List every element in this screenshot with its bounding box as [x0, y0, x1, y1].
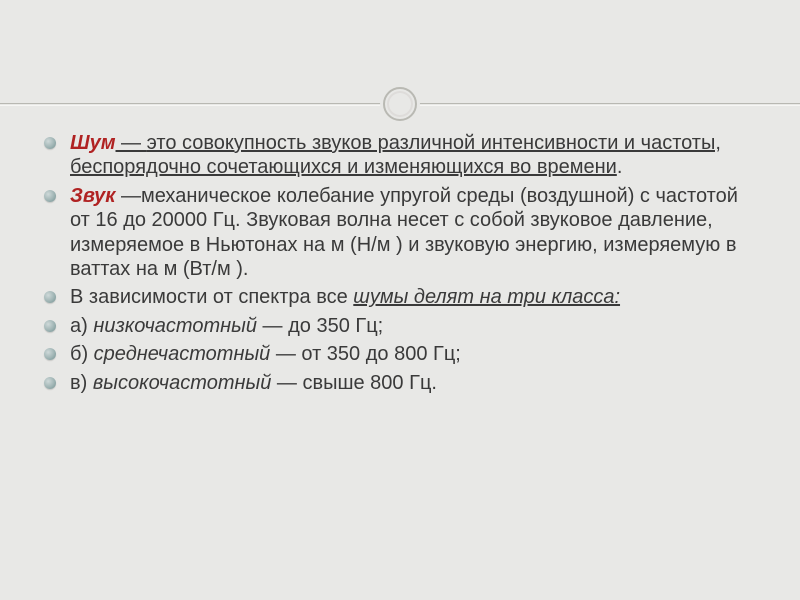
class-a-prefix: а)	[70, 315, 93, 337]
class-b-term: среднечастотный	[94, 343, 271, 365]
slide-top-space	[0, 0, 800, 85]
class-a-term: низкочастотный	[93, 315, 257, 337]
noise-period: .	[617, 156, 623, 178]
bullet-sound-definition: Звук —механическое колебание упругой сре…	[70, 184, 745, 282]
bullet-class-a: а) низкочастотный — до 350 Гц;	[70, 314, 745, 338]
slide-content: Шум — это совокупность звуков различной …	[0, 125, 800, 395]
spectrum-phrase: шумы делят на три класса:	[353, 286, 620, 308]
class-c-prefix: в)	[70, 372, 93, 394]
class-a-tail: — до 350 Гц;	[257, 315, 383, 337]
noise-dash: —	[116, 132, 147, 154]
bullet-spectrum-intro: В зависимости от спектра все шумы делят …	[70, 285, 745, 309]
class-c-tail: — свыше 800 Гц.	[271, 372, 437, 394]
bullet-class-c: в) высокочастотный — свыше 800 Гц.	[70, 371, 745, 395]
class-b-prefix: б)	[70, 343, 94, 365]
term-sound: Звук	[70, 185, 115, 207]
bullet-noise-definition: Шум — это совокупность звуков различной …	[70, 131, 745, 180]
class-c-term: высокочастотный	[93, 372, 272, 394]
slide-divider	[0, 85, 800, 125]
noise-definition-text: это совокупность звуков различной интенс…	[70, 132, 721, 178]
bullet-list: Шум — это совокупность звуков различной …	[70, 131, 745, 395]
bullet-class-b: б) среднечастотный — от 350 до 800 Гц;	[70, 342, 745, 366]
term-noise: Шум	[70, 132, 116, 154]
sound-definition-text: —механическое колебание упругой среды (в…	[70, 185, 738, 280]
spectrum-lead: В зависимости от спектра все	[70, 286, 353, 308]
class-b-tail: — от 350 до 800 Гц;	[270, 343, 461, 365]
divider-ring-ornament	[383, 87, 417, 121]
